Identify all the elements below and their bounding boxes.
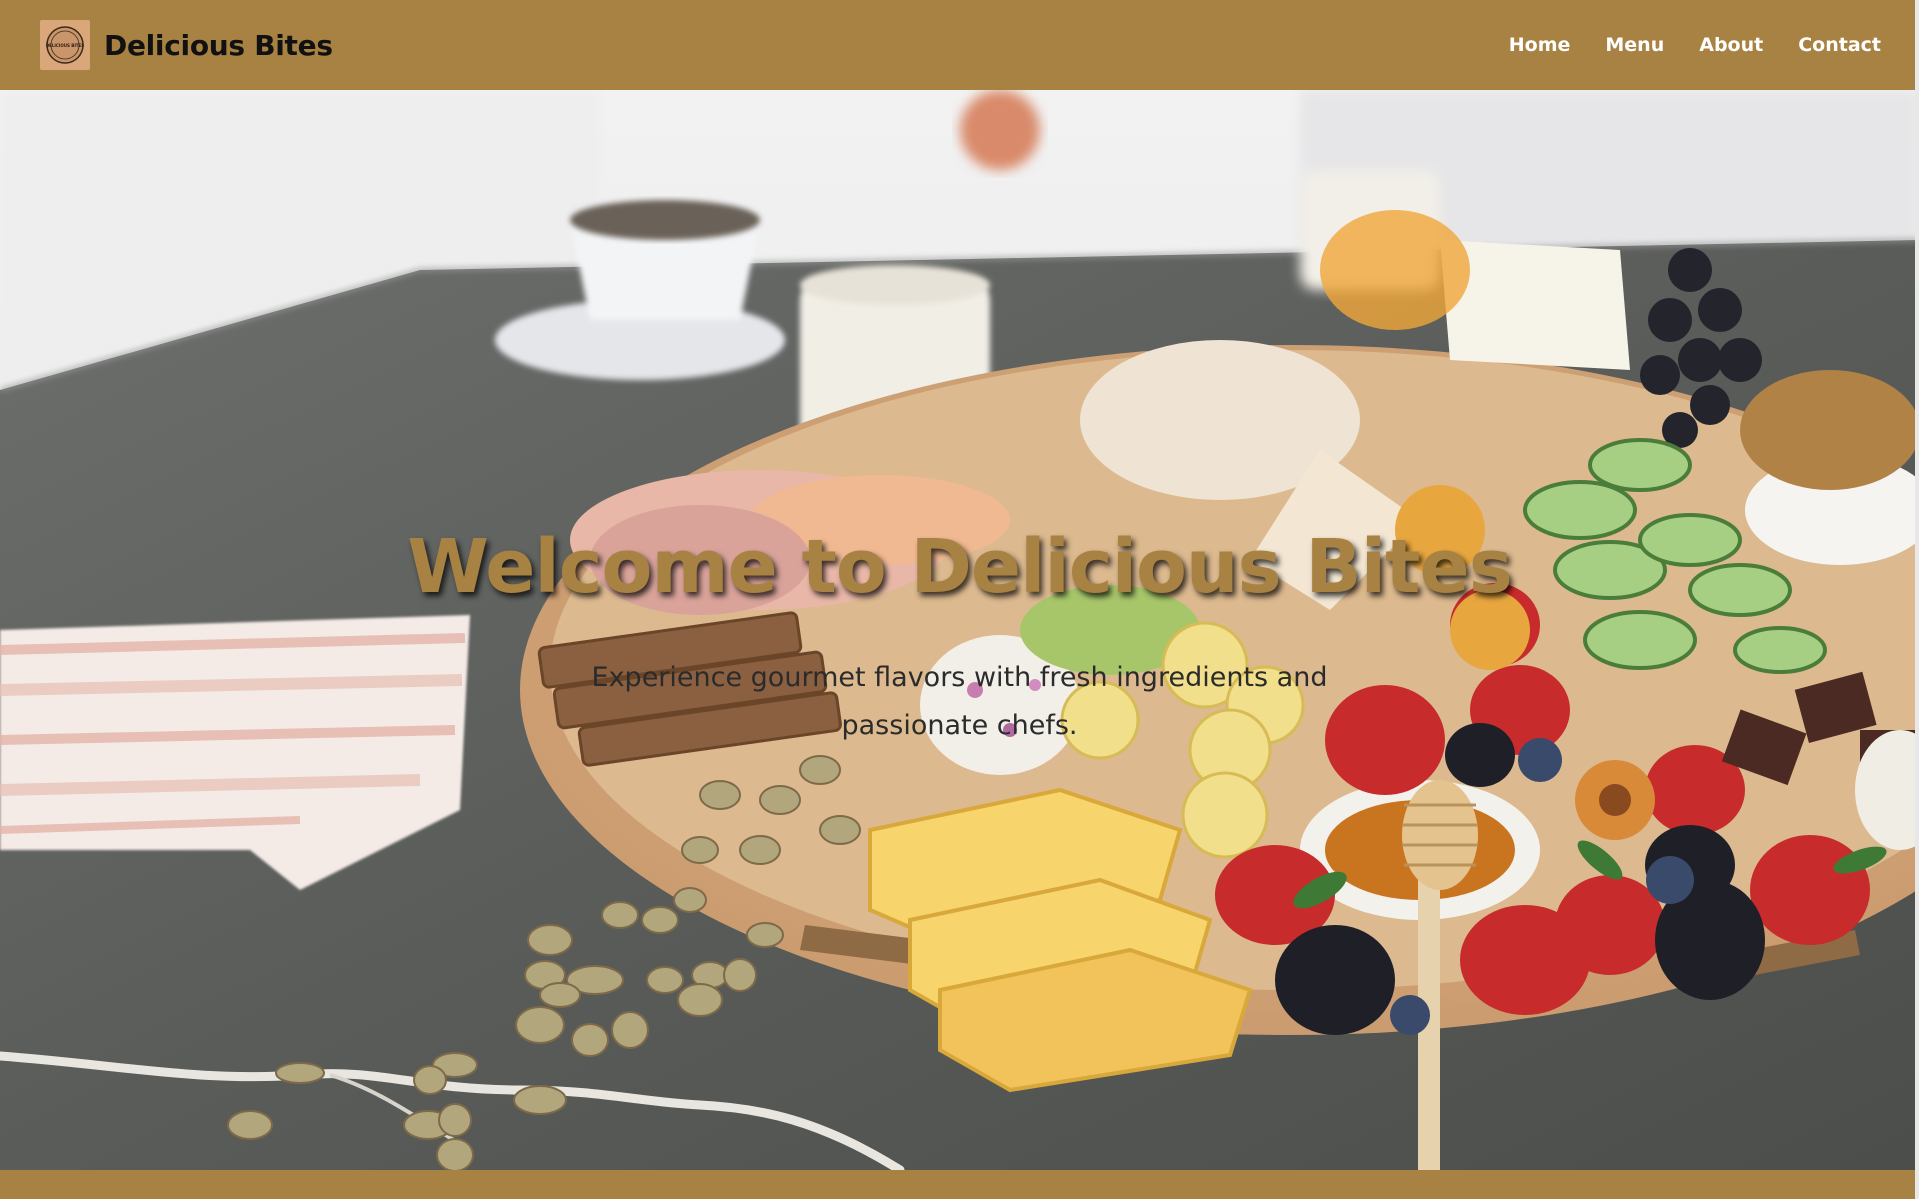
hero-content: Welcome to Delicious Bites Experience go… — [0, 530, 1919, 750]
page: DELICIOUS BITES Delicious Bites Home Men… — [0, 0, 1919, 1199]
nav-link-menu[interactable]: Menu — [1605, 34, 1664, 56]
hero-title: Welcome to Delicious Bites — [407, 524, 1513, 610]
footer-bar — [0, 1170, 1919, 1199]
hero-subtitle: Experience gourmet flavors with fresh in… — [591, 662, 1328, 741]
hero-section: Welcome to Delicious Bites Experience go… — [0, 90, 1919, 1170]
page-scrollbar[interactable] — [1915, 0, 1919, 1199]
nav-link-about[interactable]: About — [1699, 34, 1763, 56]
nav-menu: Home Menu About Contact — [1509, 34, 1881, 56]
logo-badge-icon: DELICIOUS BITES — [46, 26, 84, 64]
nav-link-home[interactable]: Home — [1509, 34, 1571, 56]
brand[interactable]: DELICIOUS BITES Delicious Bites — [40, 20, 333, 70]
svg-text:DELICIOUS BITES: DELICIOUS BITES — [46, 43, 84, 48]
brand-name[interactable]: Delicious Bites — [104, 29, 333, 62]
logo[interactable]: DELICIOUS BITES — [40, 20, 90, 70]
nav-link-contact[interactable]: Contact — [1798, 34, 1881, 56]
navbar: DELICIOUS BITES Delicious Bites Home Men… — [0, 0, 1919, 90]
